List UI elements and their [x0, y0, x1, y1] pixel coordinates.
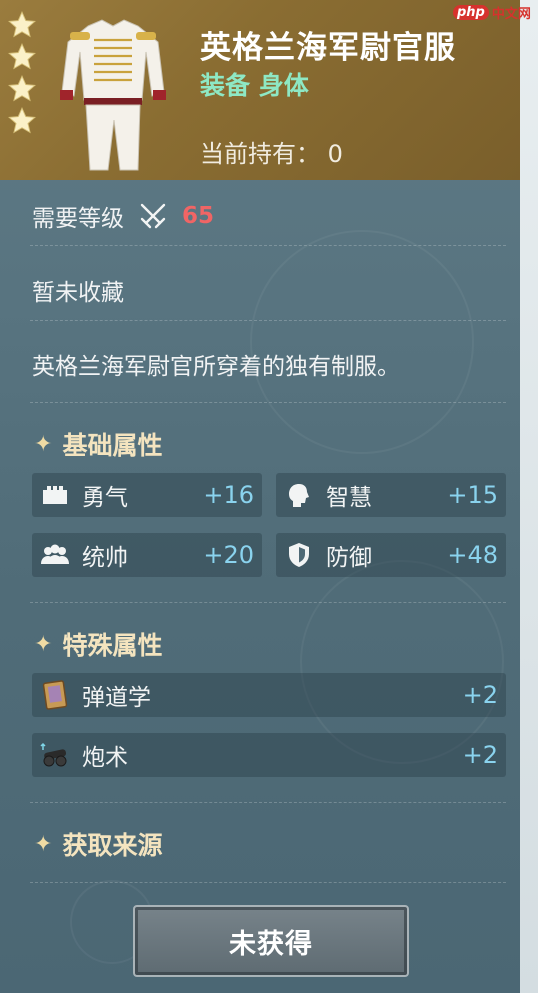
- divider: [30, 402, 506, 403]
- divider: [30, 245, 506, 246]
- attr-label: 勇气: [82, 485, 128, 511]
- head-icon: [284, 480, 314, 510]
- right-edge-strip: [520, 0, 538, 993]
- courage-icon: [40, 480, 70, 510]
- attr-gunnery: 炮术 +2: [32, 733, 506, 777]
- sparkle-icon: ✦: [34, 631, 53, 657]
- sparkle-icon: ✦: [34, 831, 53, 857]
- base-attributes-title: 基础属性: [62, 431, 163, 460]
- attr-value: +2: [462, 741, 498, 769]
- item-description: 英格兰海军尉官所穿着的独有制服。: [32, 354, 400, 380]
- attr-courage: 勇气 +16: [32, 473, 262, 517]
- people-icon: [40, 540, 70, 570]
- base-attributes-header: ✦ 基础属性: [34, 426, 162, 462]
- owned-label: 当前持有：: [200, 140, 320, 168]
- required-level-label: 需要等级: [32, 206, 124, 232]
- required-level-value: 65: [182, 203, 215, 229]
- sparkle-icon: ✦: [34, 431, 53, 457]
- attr-label: 防御: [326, 545, 372, 571]
- attr-value: +2: [462, 681, 498, 709]
- star-icon: [8, 107, 36, 134]
- rarity-stars: [8, 10, 36, 138]
- attr-label: 炮术: [82, 745, 128, 771]
- uniform-image: [60, 19, 166, 171]
- item-name: 英格兰海军尉官服: [200, 30, 456, 66]
- crossed-swords-icon: [140, 203, 166, 229]
- star-icon: [8, 11, 36, 38]
- attr-value: +48: [447, 541, 498, 569]
- special-attributes-title: 特殊属性: [62, 631, 163, 660]
- background-decoration: [250, 230, 474, 454]
- attr-command: 统帅 +20: [32, 533, 262, 577]
- owned-count: 0: [327, 140, 343, 168]
- attr-value: +15: [447, 481, 498, 509]
- item-type: 装备 身体: [200, 71, 309, 100]
- collection-status: 暂未收藏: [32, 280, 124, 306]
- watermark-text: 中文网: [491, 6, 531, 22]
- attr-label: 智慧: [326, 485, 372, 511]
- special-attributes-header: ✦ 特殊属性: [34, 626, 162, 662]
- cannon-icon: [40, 740, 70, 770]
- attr-ballistics: 弹道学 +2: [32, 673, 506, 717]
- not-obtained-button[interactable]: 未获得: [133, 905, 409, 977]
- source-header: ✦ 获取来源: [34, 826, 162, 862]
- attr-label: 统帅: [82, 545, 128, 571]
- item-detail-panel: 英格兰海军尉官服 装备 身体 当前持有： 0 需要等级 65 暂未收藏 英格兰海…: [0, 0, 520, 993]
- watermark-badge: php: [453, 4, 489, 20]
- divider: [30, 802, 506, 803]
- shield-icon: [284, 540, 314, 570]
- divider: [30, 602, 506, 603]
- star-icon: [8, 75, 36, 102]
- book-icon: [40, 680, 70, 710]
- attr-defense: 防御 +48: [276, 533, 506, 577]
- required-level-row: 需要等级 65: [32, 199, 214, 233]
- attr-label: 弹道学: [82, 685, 151, 711]
- item-header: 英格兰海军尉官服 装备 身体 当前持有： 0: [0, 0, 520, 180]
- source-title: 获取来源: [62, 831, 163, 860]
- attr-value: +20: [203, 541, 254, 569]
- divider: [30, 882, 506, 883]
- owned-count-row: 当前持有： 0: [200, 134, 343, 169]
- attr-wisdom: 智慧 +15: [276, 473, 506, 517]
- watermark: php 中文网: [453, 2, 531, 22]
- divider: [30, 320, 506, 321]
- attr-value: +16: [203, 481, 254, 509]
- star-icon: [8, 43, 36, 70]
